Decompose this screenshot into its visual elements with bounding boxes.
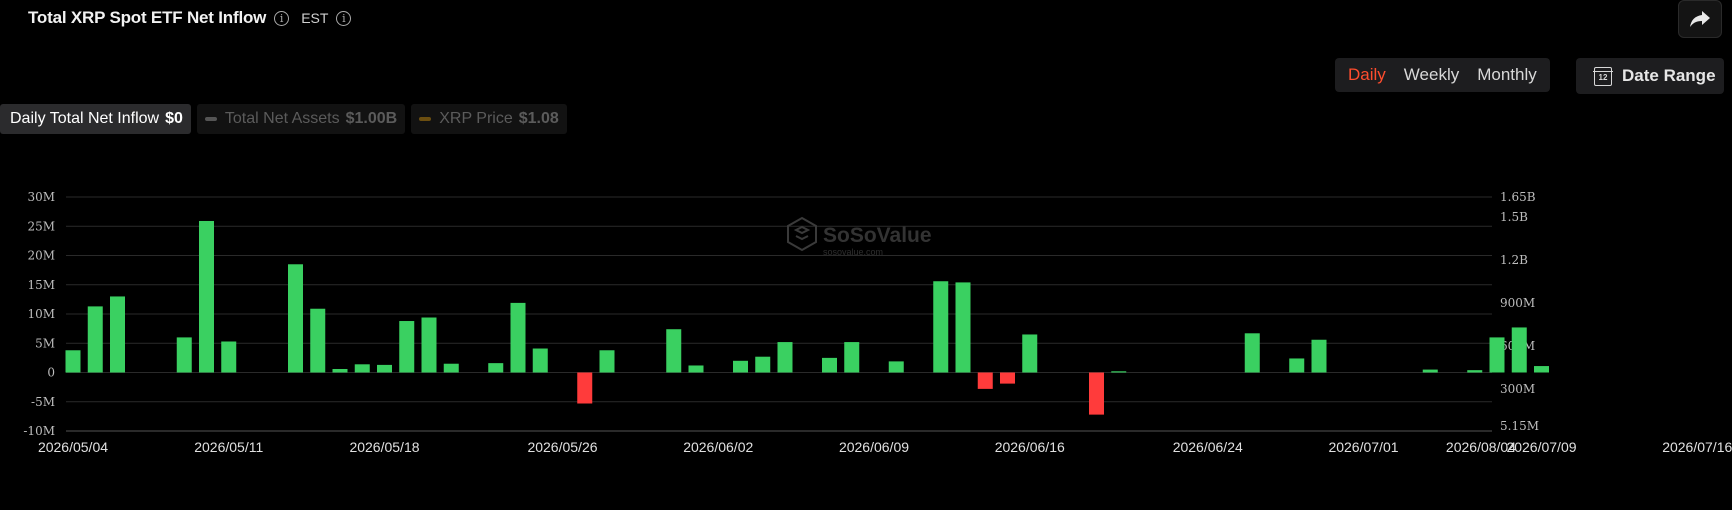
x-axis: 2026/05/04 2026/05/11 2026/05/18 2026/05/26…	[38, 439, 1732, 455]
y-right-tick-label: 300M	[1500, 382, 1535, 396]
y-left-tick-label: 0	[47, 366, 55, 380]
y-left-tick-label: 25M	[27, 219, 55, 233]
bar	[822, 357, 837, 373]
bar	[1089, 372, 1104, 415]
bar	[1489, 337, 1505, 373]
x-tick-label: 2026/06/24	[1173, 439, 1243, 455]
y-right-tick-label: 1.65B	[1500, 190, 1536, 204]
x-tick-label: 2026/05/18	[349, 439, 419, 455]
bar	[488, 363, 504, 373]
y-left-tick-label: 15M	[27, 278, 55, 292]
bar	[1111, 371, 1127, 373]
bar	[844, 342, 860, 373]
y-left-tick-label: 20M	[27, 249, 55, 263]
watermark-brand: SoSoValue	[823, 224, 932, 247]
y-right-tick-label: 1.5B	[1500, 210, 1528, 224]
bar	[688, 365, 704, 373]
bar	[354, 364, 370, 373]
y-left-tick-label: -10M	[23, 424, 55, 438]
x-tick-label: 2026/06/16	[995, 439, 1065, 455]
bar	[110, 296, 125, 373]
bar	[666, 329, 682, 373]
bar	[1511, 327, 1527, 373]
watermark: SoSoValue sosovalue.com	[787, 216, 932, 257]
bar	[577, 372, 593, 404]
y-left-tick-label: 10M	[27, 307, 55, 321]
bar	[87, 306, 103, 373]
net-inflow-chart: SoSoValue sosovalue.com 30M 25M 20M 15M 10M 5…	[23, 190, 1732, 455]
bar	[955, 282, 971, 373]
bar	[1022, 334, 1038, 373]
bar	[933, 281, 949, 373]
sosovalue-logo-icon	[787, 216, 817, 252]
bar	[1289, 358, 1305, 373]
bar	[65, 350, 81, 373]
bar	[1422, 369, 1438, 373]
x-tick-label: 2026/05/04	[38, 439, 108, 455]
x-tick-label: 2026/07/01	[1328, 439, 1398, 455]
bar	[1467, 370, 1483, 373]
bar	[755, 356, 771, 373]
y-left-tick-label: 30M	[27, 190, 55, 204]
bar	[510, 302, 526, 373]
bar	[532, 348, 548, 373]
y-left-tick-label: 5M	[35, 336, 55, 350]
bars	[65, 220, 1549, 415]
y-right-tick-label: 900M	[1500, 296, 1535, 310]
watermark-domain: sosovalue.com	[823, 247, 883, 257]
y-axis-left: 30M 25M 20M 15M 10M 5M 0 -5M -10M	[23, 190, 55, 438]
x-tick-label: 2026/05/26	[527, 439, 597, 455]
bar	[599, 350, 615, 373]
bar	[777, 342, 793, 373]
bar	[1000, 372, 1015, 384]
bar	[1244, 333, 1260, 373]
y-right-tick-label: 1.2B	[1500, 253, 1528, 267]
bar	[443, 363, 459, 373]
chart-grid	[66, 196, 1492, 432]
bar	[221, 341, 237, 373]
bar	[1534, 366, 1549, 373]
bar	[888, 361, 904, 373]
bar	[176, 337, 192, 373]
bar	[332, 368, 348, 373]
bar	[399, 321, 415, 373]
bar	[377, 364, 392, 373]
x-tick-label: 2026/06/02	[683, 439, 753, 455]
bar	[421, 317, 437, 373]
y-right-tick-label: 5.15M	[1500, 419, 1539, 433]
bar	[977, 372, 993, 389]
x-tick-label: 2026/07/09	[1506, 439, 1576, 455]
x-tick-label: 2026/07/16	[1662, 439, 1732, 455]
bar	[310, 308, 326, 373]
bar	[733, 360, 748, 373]
x-tick-label: 2026/08/04	[1446, 439, 1516, 455]
bar	[288, 264, 303, 373]
bar	[1311, 339, 1327, 373]
x-tick-label: 2026/05/11	[194, 439, 263, 455]
y-axis-right: 1.65B1.5B1.2B900M600M300M5.15M	[1500, 190, 1539, 433]
x-tick-label: 2026/06/09	[839, 439, 909, 455]
bar	[199, 220, 214, 373]
y-left-tick-label: -5M	[31, 395, 55, 409]
